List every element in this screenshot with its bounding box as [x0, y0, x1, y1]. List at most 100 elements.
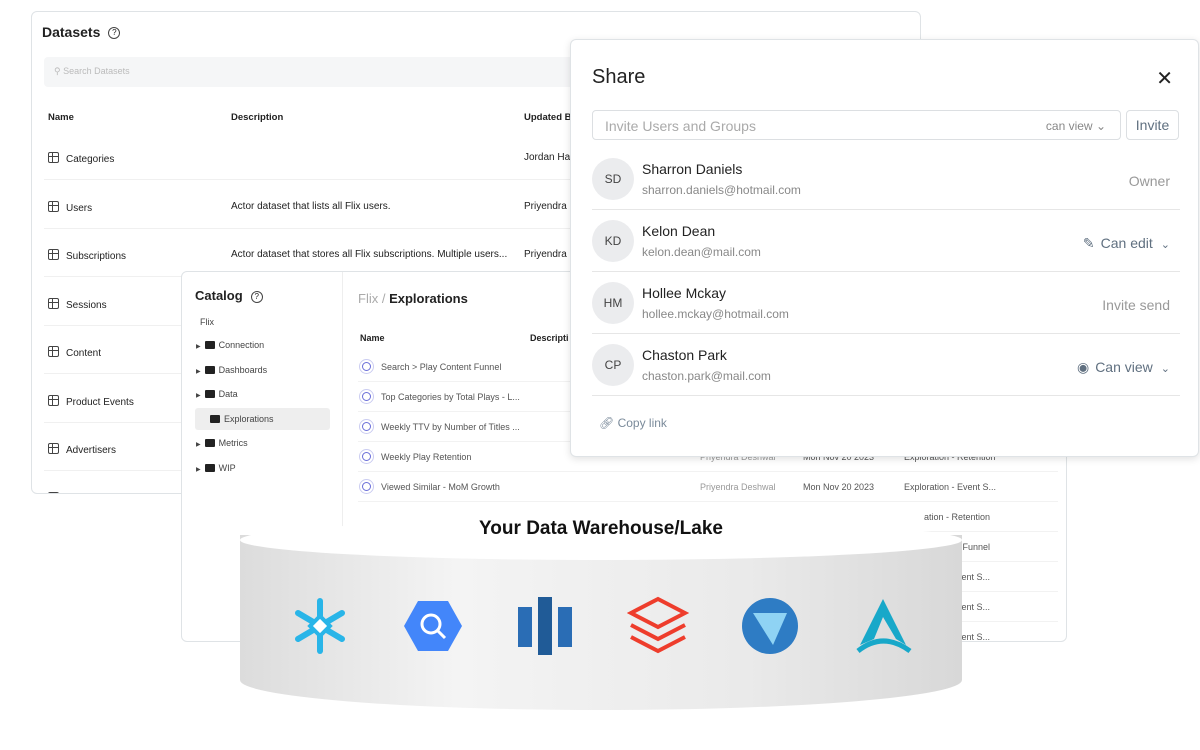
user-role: Invite send — [1102, 297, 1170, 313]
athena-logo — [852, 595, 914, 657]
user-email: chaston.park@mail.com — [642, 369, 771, 383]
folder-icon — [210, 414, 220, 423]
snowflake-logo — [289, 595, 351, 657]
copy-link-button[interactable]: 🔗︎ Copy link — [599, 416, 667, 430]
tree-item[interactable]: ▶ Metrics — [196, 438, 248, 448]
exploration-name: Viewed Similar - MoM Growth — [362, 482, 500, 492]
caret-right-icon[interactable]: ▶ — [196, 442, 201, 448]
dataset-name: Content — [48, 346, 101, 359]
dataset-name: Advertisers — [48, 443, 116, 456]
column-header-description[interactable]: Descripti — [530, 333, 569, 343]
column-header-description[interactable]: Description — [231, 112, 283, 123]
help-icon[interactable]: ? — [108, 27, 121, 40]
dataset-name: Categories — [48, 152, 114, 165]
share-dialog: Share ✕ Invite Users and Groups can view… — [570, 39, 1199, 457]
lightbulb-icon — [362, 452, 371, 461]
tree-root[interactable]: Flix — [200, 317, 214, 327]
exploration-tag: Funnel — [962, 542, 990, 552]
table-row[interactable]: Viewed Similar - MoM Growth Priyendra Des… — [358, 472, 1058, 502]
permission-select[interactable]: can view ⌄ — [1046, 119, 1106, 133]
updated-by: Priyendra Deshwal — [700, 482, 776, 492]
dataset-name: Campaigns — [48, 491, 117, 493]
tree-item[interactable]: ▶ Data — [196, 389, 238, 399]
redshift-logo — [514, 595, 576, 657]
avatar: KD — [592, 220, 634, 262]
chevron-down-icon: ⌄ — [1160, 239, 1170, 251]
table-icon — [48, 249, 59, 260]
breadcrumb-separator: / — [381, 291, 386, 306]
tree-item[interactable]: ▶ Dashboards — [196, 365, 267, 375]
bigquery-logo — [402, 595, 464, 657]
data-warehouse-cylinder: Your Data Warehouse/Lake — [240, 518, 962, 720]
caret-right-icon[interactable]: ▶ — [196, 369, 201, 375]
user-name: Chaston Park — [642, 347, 727, 363]
folder-icon — [204, 463, 215, 472]
invite-button[interactable]: Invite — [1126, 110, 1179, 140]
user-row: SD Sharron Daniels sharron.daniels@hotmail… — [592, 148, 1180, 210]
table-icon — [48, 297, 59, 309]
column-header-name[interactable]: Name — [360, 333, 385, 343]
exploration-name: Weekly TTV by Number of Titles ... — [362, 422, 520, 432]
tree-item[interactable]: ▶ WIP — [196, 463, 236, 473]
user-email: sharron.daniels@hotmail.com — [642, 183, 801, 197]
dataset-updated-by: Priyendra I — [524, 200, 573, 212]
user-row: HM Hollee Mckay hollee.mckay@hotmail.com In… — [592, 272, 1180, 334]
pencil-icon: ✎ — [1082, 235, 1095, 251]
caret-right-icon[interactable]: ▶ — [196, 467, 201, 473]
lightbulb-icon — [362, 422, 371, 431]
folder-icon — [204, 365, 215, 374]
lightbulb-icon — [362, 362, 371, 371]
dataset-updated-by: Priyendra I — [524, 249, 573, 260]
dataset-name: Product Events — [48, 394, 134, 408]
breadcrumb: Flix / Explorations — [358, 291, 468, 306]
close-icon[interactable]: ✕ — [1156, 66, 1173, 91]
exploration-tag: Exploration - Event S... — [904, 482, 997, 492]
tree-item[interactable]: Explorations — [206, 414, 274, 424]
avatar: SD — [592, 158, 634, 200]
databricks-logo — [626, 595, 689, 657]
dataset-description: Actor dataset that lists all Flix users. — [231, 200, 391, 212]
user-row: KD Kelon Dean kelon.dean@mail.com ✎ Can edit… — [592, 210, 1180, 272]
user-role: Owner — [1128, 173, 1170, 189]
eye-icon: ◉ — [1076, 359, 1090, 375]
dataset-updated-by: Jordan Ha — [524, 152, 571, 163]
dremio-logo — [739, 595, 801, 657]
folder-icon — [204, 439, 215, 447]
column-header-name[interactable]: Name — [48, 112, 74, 123]
exploration-name: Search > Play Content Funnel — [362, 362, 501, 372]
catalog-title: Catalog? — [195, 288, 263, 303]
share-title: Share — [592, 66, 646, 88]
user-email: hollee.mckay@hotmail.com — [642, 307, 789, 321]
table-icon — [48, 152, 59, 163]
dataset-description: Actor dataset that stores all Flix subsc… — [231, 249, 508, 260]
warehouse-title: Your Data Warehouse/Lake — [479, 518, 723, 539]
caret-right-icon[interactable]: ▶ — [196, 393, 201, 399]
column-header-updated-by[interactable]: Updated B — [524, 112, 572, 123]
permission-dropdown[interactable]: ◉ Can view ⌄ — [1077, 359, 1170, 376]
chevron-down-icon: ⌄ — [1095, 119, 1106, 133]
table-icon — [48, 491, 59, 493]
tree-item[interactable]: ▶ Connection — [196, 340, 264, 350]
folder-icon — [204, 390, 215, 398]
dataset-name: Users — [48, 200, 92, 214]
avatar: CP — [592, 344, 634, 386]
breadcrumb-current: Explorations — [389, 291, 468, 306]
exploration-name: Weekly Play Retention — [362, 452, 471, 462]
dataset-name: Sessions — [48, 297, 107, 311]
user-name: Hollee Mckay — [642, 285, 727, 301]
lightbulb-icon — [362, 482, 371, 491]
updated-date: Mon Nov 20 2023 — [803, 482, 875, 492]
caret-right-icon[interactable]: ▶ — [196, 344, 201, 350]
table-icon — [48, 346, 59, 357]
breadcrumb-root[interactable]: Flix — [358, 291, 378, 306]
permission-dropdown[interactable]: ✎ Can edit ⌄ — [1083, 235, 1170, 252]
user-email: kelon.dean@mail.com — [642, 245, 761, 259]
help-icon[interactable]: ? — [250, 290, 263, 303]
user-row: CP Chaston Park chaston.park@mail.com ◉ Can … — [592, 334, 1180, 396]
table-icon — [48, 200, 59, 212]
dataset-name: Subscriptions — [48, 249, 126, 262]
exploration-name: Top Categories by Total Plays - L... — [362, 392, 520, 402]
invite-users-input[interactable]: Invite Users and Groups can view ⌄ — [592, 110, 1121, 140]
datasets-title: Datasets? — [42, 24, 121, 40]
avatar: HM — [592, 282, 634, 324]
